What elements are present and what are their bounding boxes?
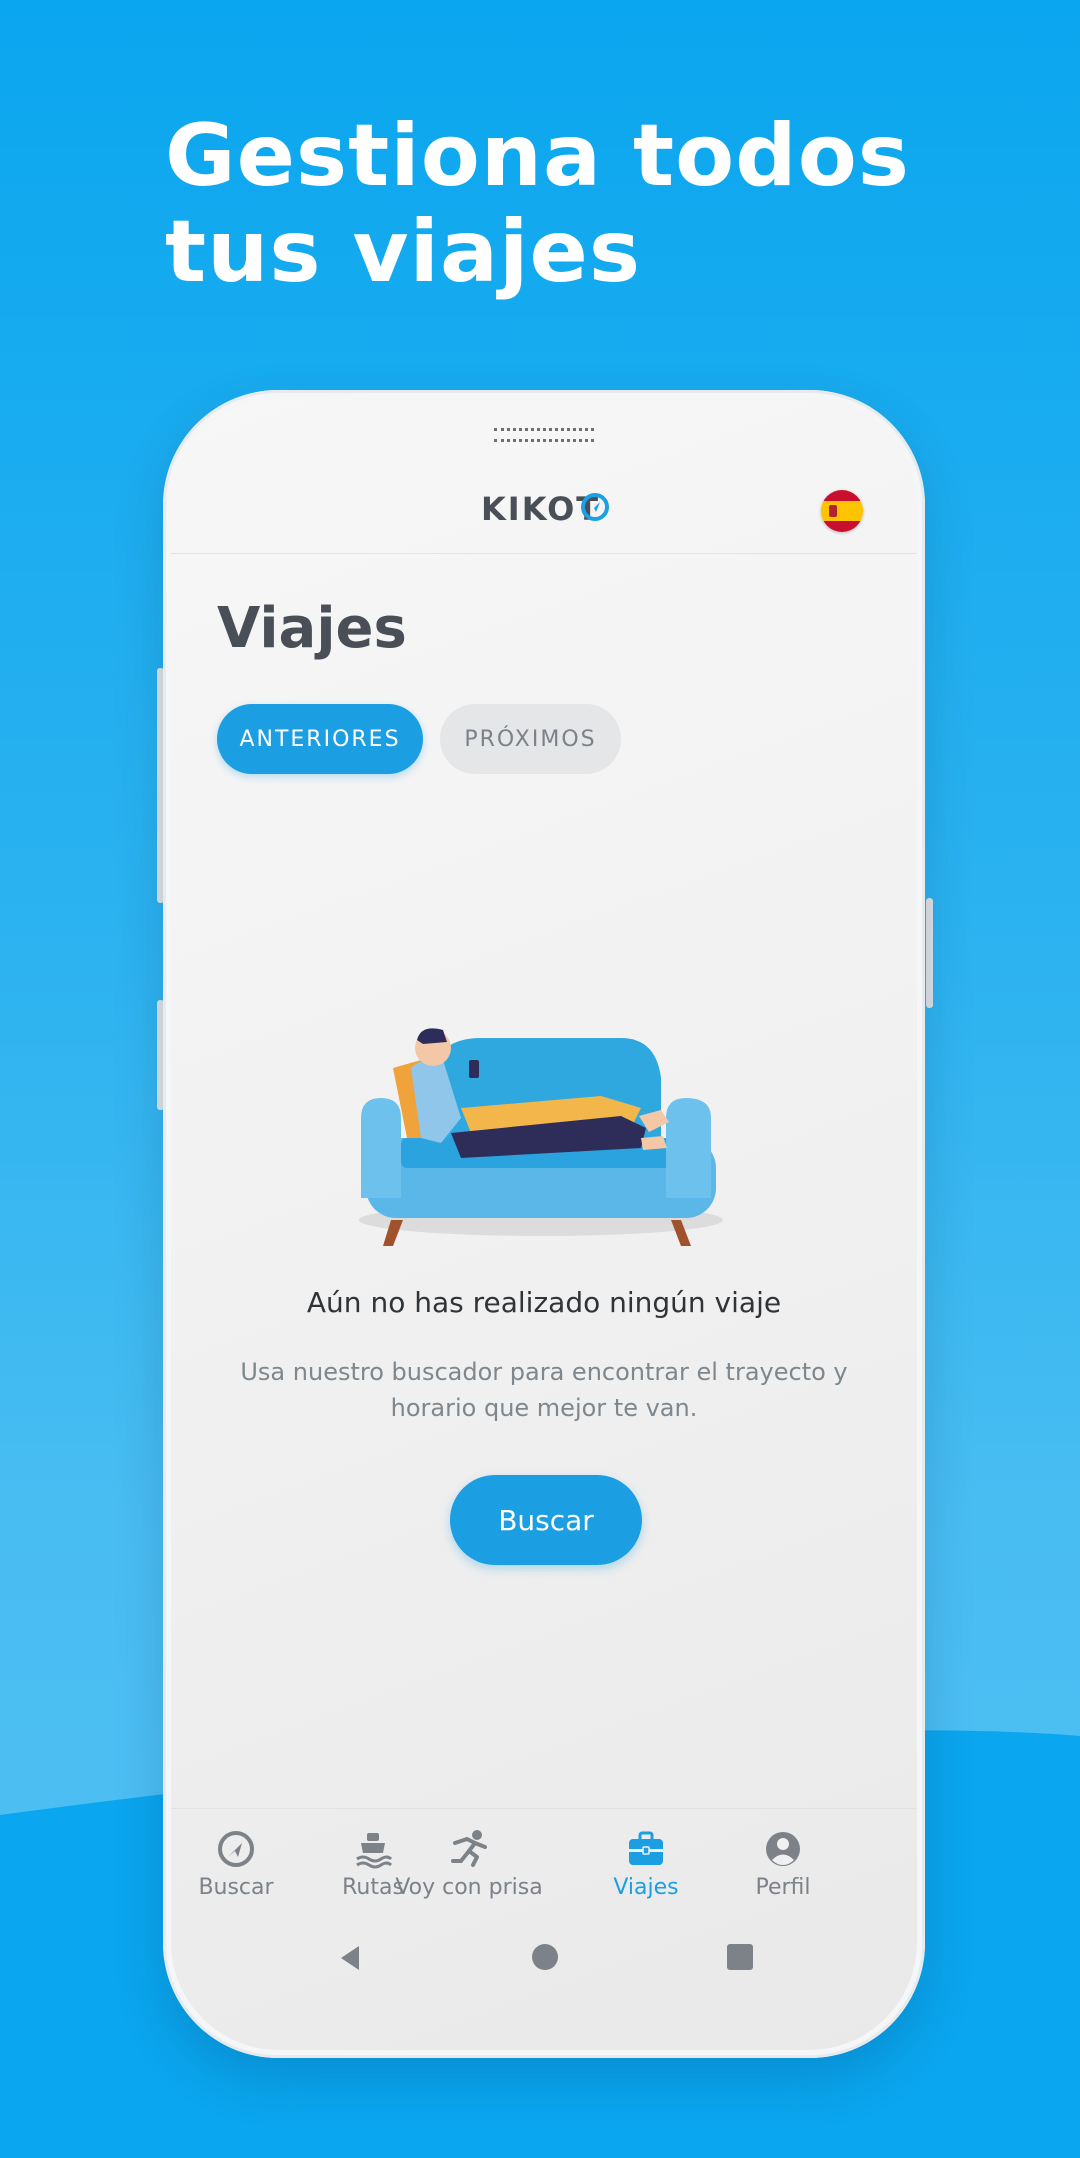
recents-icon[interactable] [726, 1943, 754, 1971]
system-navigation-bar [171, 1933, 917, 1993]
search-button[interactable]: Buscar [450, 1475, 642, 1565]
ship-icon [356, 1833, 393, 1869]
phone-side-button [926, 898, 933, 1008]
nav-item-perfil[interactable]: Perfil [708, 1829, 858, 1919]
page-title: Viajes [217, 596, 407, 661]
man-on-sofa-illustration [359, 1028, 723, 1246]
empty-state-title: Aún no has realizado ningún viaje [306, 1286, 782, 1319]
phone-screen: KIKOT Viajes ANTERIORES PRÓXIMOS Aún no … [171, 398, 917, 2050]
nav-item-buscar[interactable]: Buscar [171, 1829, 311, 1919]
tab-anteriores[interactable]: ANTERIORES [217, 704, 423, 774]
bottom-nav: Buscar Rutas Voy con prisa Viajes Perfil [171, 1808, 917, 1929]
compass-icon [218, 1831, 254, 1867]
logo-plane-icon [581, 493, 609, 521]
nav-label: Voy con prisa [395, 1875, 543, 1900]
home-icon[interactable] [531, 1943, 559, 1971]
headline-line-1: Gestiona todos [165, 106, 910, 206]
nav-label: Viajes [613, 1875, 679, 1900]
spain-flag-icon[interactable] [821, 490, 863, 532]
empty-state-description: Usa nuestro buscador para encontrar el t… [240, 1358, 848, 1422]
user-icon [766, 1832, 800, 1866]
briefcase-icon [629, 1831, 663, 1865]
nav-label: Perfil [755, 1875, 811, 1900]
running-person-icon [451, 1830, 487, 1867]
app-bar: KIKOT [171, 398, 917, 554]
nav-label: Buscar [198, 1875, 274, 1900]
headline-line-2: tus viajes [165, 202, 642, 302]
back-icon[interactable] [335, 1943, 365, 1973]
tab-proximos[interactable]: PRÓXIMOS [440, 704, 621, 774]
headline: Gestiona todos tus viajes [165, 108, 910, 300]
nav-item-voy-con-prisa[interactable]: Voy con prisa [392, 1829, 546, 1919]
nav-item-viajes[interactable]: Viajes [571, 1829, 721, 1919]
